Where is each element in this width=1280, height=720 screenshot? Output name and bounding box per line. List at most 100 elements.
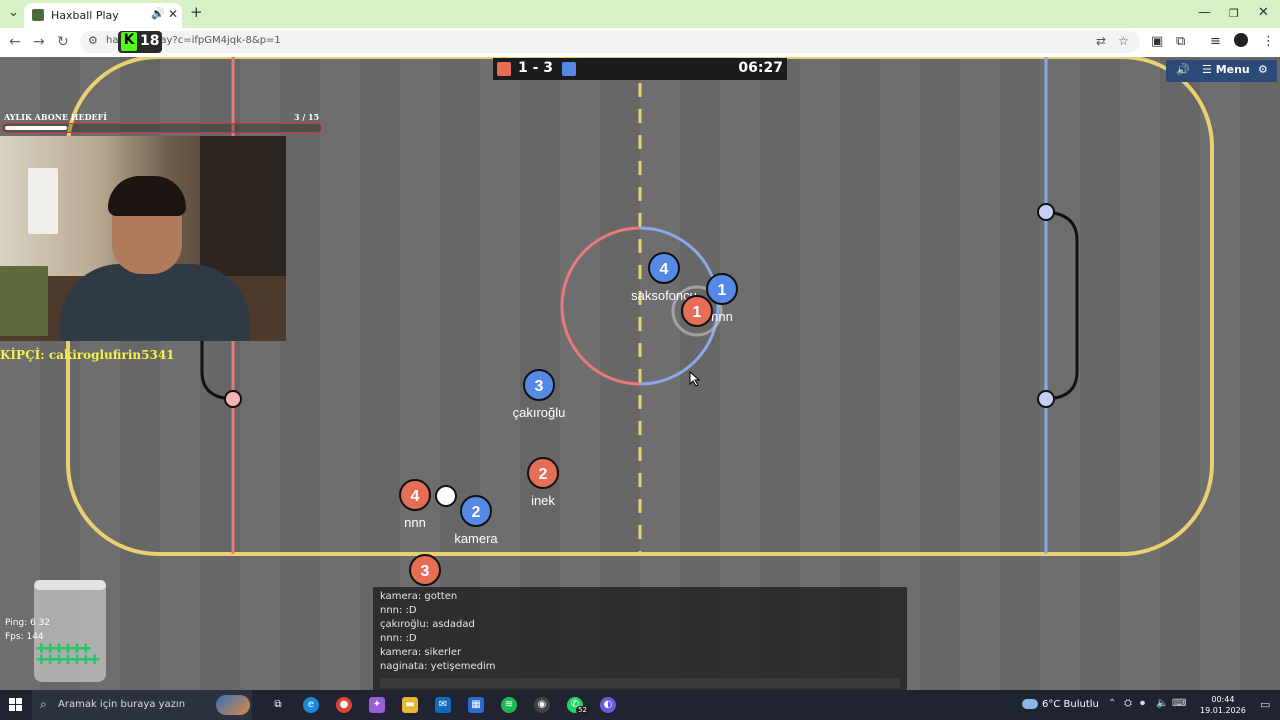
air-conditioner [28, 168, 58, 234]
speaker-icon[interactable]: 🔈 [1156, 698, 1168, 709]
goal-count: 3 / 15 [294, 112, 320, 122]
discord-icon[interactable]: ◐ [600, 697, 616, 713]
tab-audio-icon[interactable]: 🔊 [151, 7, 165, 20]
menu-button[interactable]: ☰ Menu [1202, 63, 1250, 76]
chat-message: nnn: :D [380, 633, 417, 644]
weather-text[interactable]: 6°C Bulutlu [1042, 699, 1099, 710]
address-bar[interactable]: ⚙ hax ay?c=ifpGM4jqk-8&p=1 ⇄ ☆ [80, 31, 1140, 53]
reading-list-icon[interactable]: ≡ [1210, 34, 1221, 49]
player-name: nnn [404, 515, 426, 530]
close-tab-icon[interactable]: ✕ [168, 7, 178, 21]
browser-toolbar: ← → ↻ ⚙ hax ay?c=ifpGM4jqk-8&p=1 ⇄ ☆ ▣ ⧉ … [0, 28, 1280, 58]
red-team-color [497, 62, 511, 76]
spotify-icon[interactable]: ≋ [501, 697, 517, 713]
chat-message: nnn: :D [380, 605, 417, 616]
scoreboard: 1 - 3 06:27 [493, 58, 787, 80]
clock-time: 00:44 [1211, 695, 1235, 704]
goal-progress-fill [5, 126, 68, 130]
file-explorer-icon[interactable]: ▬ [402, 697, 418, 713]
player-name: kamera [454, 531, 498, 546]
task-view-icon[interactable]: ⧉ [270, 697, 286, 713]
chat-input[interactable] [380, 678, 900, 688]
steam-icon[interactable]: ◉ [534, 697, 550, 713]
extensions-puzzle-icon[interactable]: ⧉ [1176, 34, 1185, 49]
search-icon: ⌕ [40, 697, 47, 711]
browser-tab[interactable]: Haxball Play 🔊 ✕ [24, 3, 182, 28]
kick-viewer-count: 18 [140, 33, 160, 49]
blue-goal-post-top [1037, 203, 1055, 221]
back-icon[interactable]: ← [9, 34, 21, 50]
tab-list-icon[interactable]: ⌄ [8, 5, 19, 20]
player-name: inek [531, 493, 555, 508]
forward-icon[interactable]: → [33, 34, 45, 50]
player-number: 1 [693, 304, 702, 321]
windows-start-icon[interactable] [9, 698, 23, 712]
edge-icon[interactable]: e [303, 697, 319, 713]
blue-team-color [562, 62, 576, 76]
minimize-icon[interactable]: — [1198, 5, 1211, 20]
network-stats: Ping: 6 32 Fps: 144 [5, 616, 50, 644]
subscriber-goal-widget: AYLIK ABONE HEDEFİ 3 / 15 [2, 110, 322, 134]
sound-toggle-icon[interactable]: 🔊 [1176, 63, 1190, 76]
chat-message: kamera: gotten [380, 591, 458, 602]
streamer-webcam [0, 136, 286, 341]
mic-icon[interactable]: ⏺ [1140, 698, 1145, 709]
site-info-icon[interactable]: ⚙ [88, 34, 98, 47]
donor-label: KİPÇİ: cakiroglufirin5341 [0, 348, 175, 362]
search-placeholder: Aramak için buraya yazın [58, 699, 186, 710]
language-icon[interactable]: ⌨ [1172, 698, 1186, 709]
taskbar-search-box[interactable]: ⌕ Aramak için buraya yazın [32, 690, 252, 720]
notifications-icon[interactable]: ▭ [1260, 698, 1270, 711]
clock-date: 19.01.2026 [1200, 706, 1246, 715]
player-number: 4 [660, 261, 669, 278]
tab-title: Haxball Play [51, 9, 119, 22]
browser-menu-icon[interactable]: ⋮ [1262, 34, 1275, 49]
copilot-icon[interactable]: ✦ [369, 697, 385, 713]
ping-readout: Ping: 6 32 [5, 618, 51, 628]
whatsapp-badge: 52 [576, 706, 589, 714]
player-red: 2 inek [527, 457, 559, 508]
extension-icon[interactable]: ▣ [1151, 34, 1163, 49]
search-highlight-icon[interactable] [216, 695, 250, 715]
ball [435, 485, 457, 507]
taskbar-clock[interactable]: 00:44 19.01.2026 [1200, 694, 1246, 716]
mail-icon[interactable]: ✉ [435, 697, 451, 713]
bookmark-star-icon[interactable]: ☆ [1118, 34, 1129, 48]
system-tray: 6°C Bulutlu ⌃ ⛭ ⏺ 🔈 ⌨ 00:44 19.01.2026 ▭ [1020, 690, 1280, 720]
player-red: 3 [409, 554, 441, 586]
cloud-weather-icon [1022, 699, 1038, 709]
player-number: 3 [421, 563, 430, 580]
red-goal-post [224, 390, 242, 408]
goal-progress-track [2, 123, 322, 133]
player-name: çakıroğlu [513, 405, 566, 420]
streamer-body [60, 264, 250, 341]
profile-avatar[interactable] [1234, 33, 1248, 47]
player-name: nnn [711, 309, 733, 324]
reload-icon[interactable]: ↻ [57, 34, 69, 50]
fps-readout: Fps: 144 [5, 632, 44, 642]
haxball-favicon-icon [32, 9, 44, 21]
new-tab-button[interactable]: + [190, 3, 203, 21]
blue-goal-post-bottom [1037, 390, 1055, 408]
network-icon[interactable]: ⛭ [1124, 698, 1132, 709]
restore-icon[interactable]: ❐ [1229, 7, 1239, 20]
translate-icon[interactable]: ⇄ [1096, 34, 1106, 48]
game-controls: 🔊 ☰ Menu ⚙ [1166, 60, 1277, 82]
game-chat: kamera: gotten nnn: :D çakıroğlu: asdada… [373, 587, 907, 690]
player-number: 1 [718, 282, 727, 299]
chat-message: kamera: sikerler [380, 647, 462, 658]
chrome-icon[interactable]: ● [336, 697, 352, 713]
settings-gear-icon[interactable]: ⚙ [1258, 63, 1268, 76]
jar-gems-icon: ✚✚✚✚✚✚ ✚✚✚✚✚✚✚ [36, 642, 100, 668]
chat-message: naginata: yetişemedim [380, 661, 496, 672]
match-timer: 06:27 [738, 60, 783, 76]
store-icon[interactable]: ▦ [468, 697, 484, 713]
browser-tab-bar: ⌄ Haxball Play 🔊 ✕ + — ❐ ✕ [0, 0, 1280, 28]
chat-message: çakıroğlu: asdadad [380, 619, 475, 630]
player-number: 4 [411, 488, 420, 505]
close-window-icon[interactable]: ✕ [1258, 5, 1269, 20]
player-number: 2 [539, 466, 548, 483]
goal-label: AYLIK ABONE HEDEFİ [4, 112, 108, 122]
chevron-up-icon[interactable]: ⌃ [1108, 698, 1116, 709]
player-red: 4 nnn [399, 479, 431, 530]
